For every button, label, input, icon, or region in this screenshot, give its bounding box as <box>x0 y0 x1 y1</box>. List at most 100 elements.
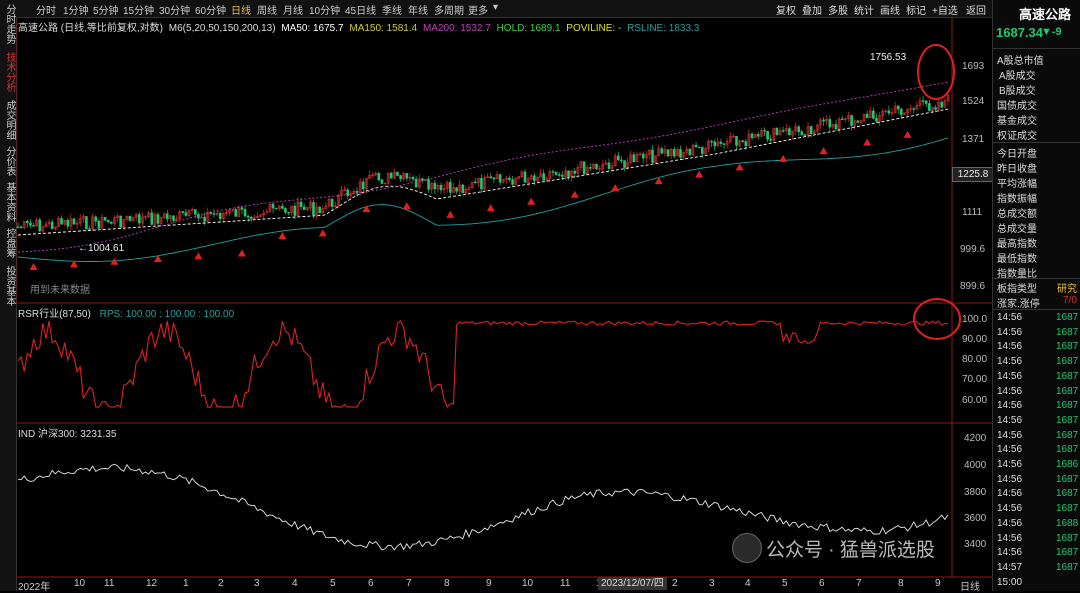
index-price: 1687.34 <box>996 25 1043 40</box>
candle-body <box>573 170 577 174</box>
period-45day[interactable]: 45日线 <box>345 2 376 17</box>
period-year[interactable]: 年线 <box>408 2 428 17</box>
row-a-volume: A股成交 <box>999 71 1036 82</box>
candle-body <box>110 221 113 224</box>
row-turnover: 总成交额 <box>997 209 1037 220</box>
candle-body <box>928 103 931 111</box>
period-15min[interactable]: 15分钟 <box>123 2 154 17</box>
tick-price: 1687 <box>1056 488 1079 500</box>
main-series-group <box>16 81 950 270</box>
signal-triangle <box>194 252 203 260</box>
tick-price: 1687 <box>1056 429 1079 441</box>
candle-body <box>60 218 63 225</box>
current-price-tag: 1225.8 <box>952 167 994 182</box>
candle-body <box>710 141 713 143</box>
add-watchlist-button[interactable]: +自选 <box>932 2 958 17</box>
x-label-10: 10 <box>74 578 86 589</box>
candle-body <box>800 131 804 136</box>
board-type-value: 研究 <box>1057 284 1077 295</box>
ind-axis-3800: 3800 <box>964 487 987 498</box>
candle-body <box>287 212 290 214</box>
low-annotation: ←1004.61 <box>78 243 124 254</box>
tab-control-chips[interactable]: 控盘筹 <box>1 228 15 258</box>
adjust-button[interactable]: 复权 <box>776 2 796 17</box>
candle-body <box>184 212 188 216</box>
x-label-3: 3 <box>254 578 260 589</box>
period-fenshi[interactable]: 分时 <box>36 2 56 17</box>
back-button[interactable]: 返回 <box>966 2 986 17</box>
tick-time: 14:56 <box>997 547 1023 559</box>
period-10min[interactable]: 10分钟 <box>309 2 340 17</box>
tick-time: 14:56 <box>997 370 1023 382</box>
tab-price-table[interactable]: 分价表 <box>1 146 15 176</box>
x-label-12: 12 <box>146 578 158 589</box>
candle-body <box>872 110 875 119</box>
highlight-circle-rsr <box>913 298 961 340</box>
signal-triangle <box>486 204 495 212</box>
candle-body <box>940 101 944 108</box>
candle-body <box>697 146 701 149</box>
period-monthly[interactable]: 月线 <box>283 2 303 17</box>
tab-investment[interactable]: 投资基本 <box>1 266 15 306</box>
period-more[interactable]: 更多 <box>468 2 488 17</box>
tick-time: 14:56 <box>997 326 1023 338</box>
tick-time: 14:56 <box>997 429 1023 441</box>
candle-body <box>355 190 359 193</box>
tab-fundamentals[interactable]: 基本资料 <box>1 182 15 222</box>
signal-triangle <box>779 154 788 162</box>
x-label-6: 6 <box>368 578 374 589</box>
candle-body <box>567 170 570 177</box>
tick-price: 1687 <box>1056 326 1079 338</box>
period-60min[interactable]: 60分钟 <box>195 2 226 17</box>
candle-body <box>508 177 511 181</box>
candle-body <box>492 177 496 180</box>
period-multi[interactable]: 多周期 <box>434 2 464 17</box>
ind-legend: IND 沪深300: 3231.35 <box>18 429 117 440</box>
candle-body <box>405 173 409 179</box>
tick-time: 14:56 <box>997 400 1023 412</box>
signal-triangle <box>402 202 411 210</box>
tab-trade-details[interactable]: 成交明细 <box>1 100 15 140</box>
watermark-text: 公众号 · 猛兽派选股 <box>766 540 935 561</box>
tick-price: 1687 <box>1056 561 1079 573</box>
tab-intraday[interactable]: 分时走势 <box>1 4 15 44</box>
candle-body <box>850 115 853 126</box>
x-label-5: 5 <box>330 578 336 589</box>
draw-line-button[interactable]: 画线 <box>880 2 900 17</box>
candle-body <box>694 144 698 148</box>
x-label-11: 11 <box>104 578 115 589</box>
row-warrant-volume: 权证成交 <box>997 131 1037 142</box>
overlay-button[interactable]: 叠加 <box>802 2 822 17</box>
candle-body <box>165 213 169 220</box>
stats-button[interactable]: 统计 <box>854 2 874 17</box>
candle-body <box>924 100 928 104</box>
multi-stock-button[interactable]: 多股 <box>828 2 848 17</box>
x-label-3b: 3 <box>709 578 715 589</box>
candle-body <box>741 140 745 142</box>
signal-triangle <box>527 197 536 205</box>
candle-body <box>719 141 723 144</box>
candle-body <box>119 215 122 228</box>
period-1min[interactable]: 1分钟 <box>63 2 89 17</box>
candle-body <box>414 178 418 188</box>
candle-body <box>29 222 32 226</box>
row-a-mktcap: A股总市值 <box>997 56 1044 67</box>
candle-body <box>88 228 91 230</box>
candle-body <box>19 226 23 228</box>
candle-body <box>330 198 334 207</box>
price-axis-999: 999.6 <box>960 244 986 255</box>
candle-body <box>679 149 682 158</box>
row-avg-change: 平均涨幅 <box>997 179 1037 190</box>
candle-body <box>433 182 437 190</box>
candle-body <box>900 108 903 115</box>
mark-button[interactable]: 标记 <box>906 2 926 17</box>
tab-technical[interactable]: 技术分析 <box>1 52 15 92</box>
period-weekly[interactable]: 周线 <box>257 2 277 17</box>
period-30min[interactable]: 30分钟 <box>159 2 190 17</box>
kline-chart[interactable] <box>16 17 992 591</box>
period-quarter[interactable]: 季线 <box>382 2 402 17</box>
period-5min[interactable]: 5分钟 <box>93 2 119 17</box>
candle-body <box>775 127 779 135</box>
period-daily[interactable]: 日线 <box>231 2 251 17</box>
chevron-down-icon[interactable]: ▾ <box>493 2 498 13</box>
